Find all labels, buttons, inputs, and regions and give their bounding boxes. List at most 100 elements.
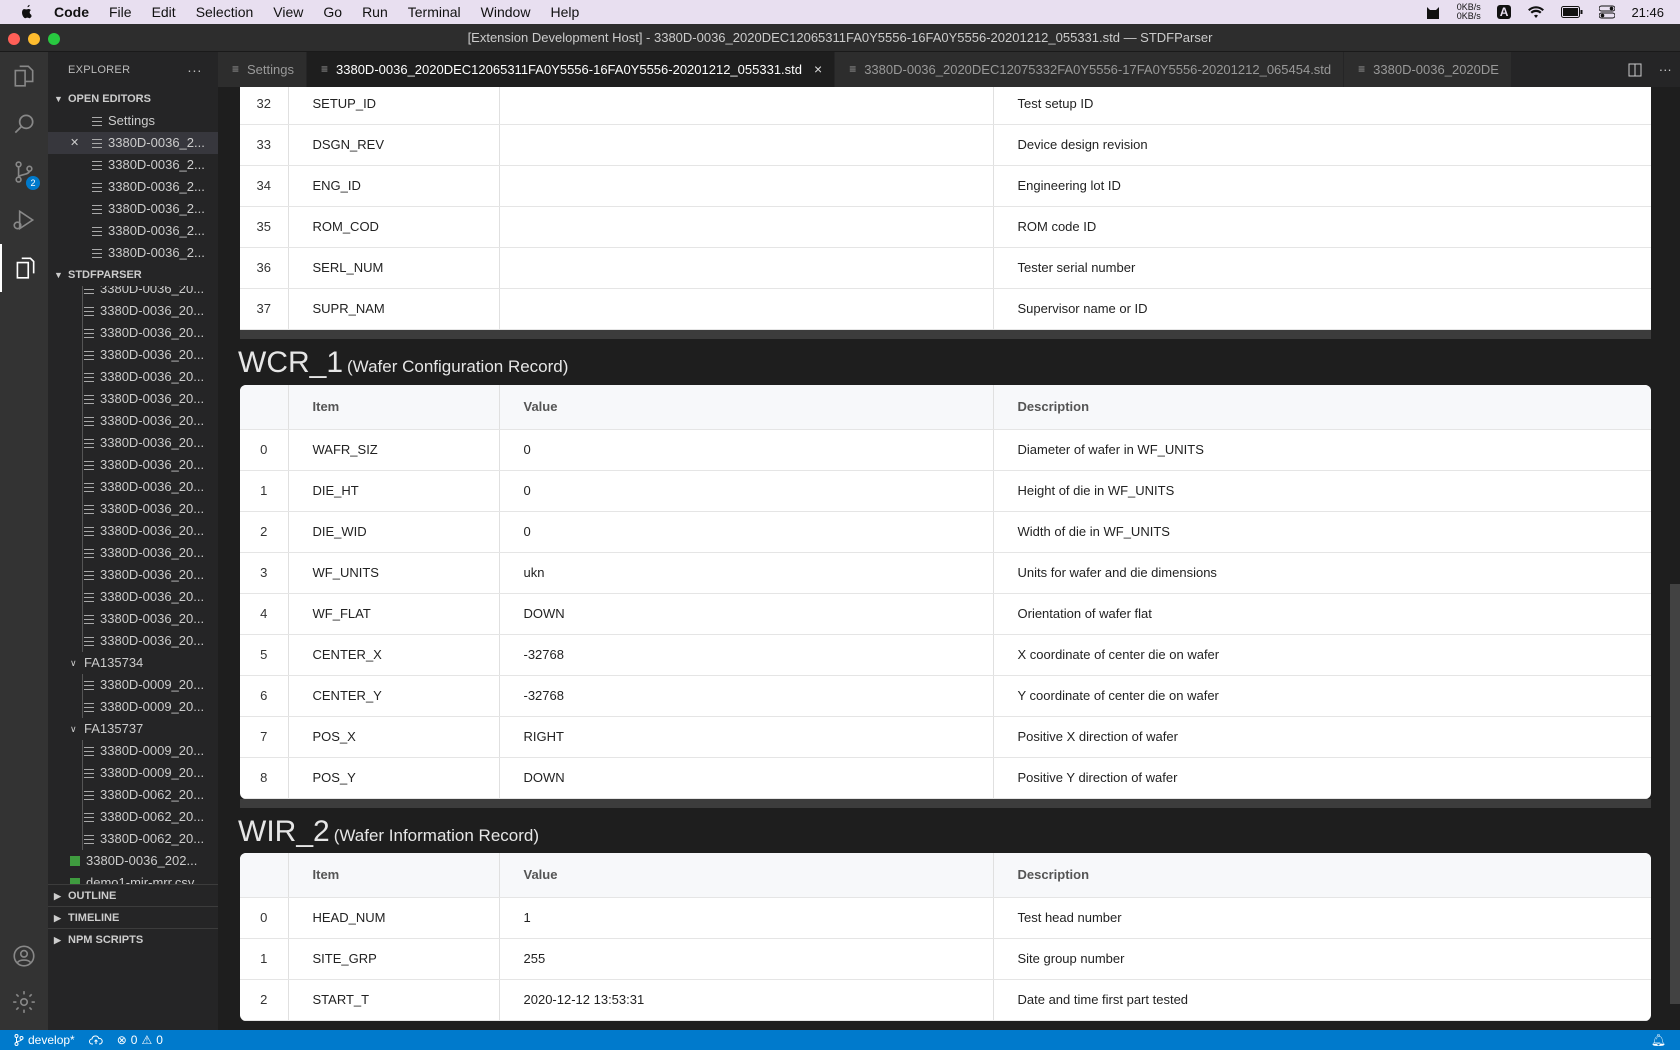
mir-table-scrollbar[interactable] (240, 330, 1651, 339)
tree-file-item[interactable]: 3380D-0036_20... (48, 322, 218, 344)
row-index-cell: 0 (240, 897, 289, 939)
row-index-cell: 7 (240, 716, 289, 758)
tree-file-item[interactable]: demo1-mir-mrr.csv (48, 872, 218, 884)
tree-file-item[interactable]: 3380D-0062_20... (48, 828, 218, 850)
split-editor-icon[interactable] (1628, 63, 1642, 77)
activity-run-debug-button[interactable] (0, 196, 48, 244)
tree-file-item[interactable]: 3380D-0036_20... (48, 586, 218, 608)
more-actions-icon[interactable]: ··· (1659, 62, 1672, 77)
editor-tab[interactable]: ≡ Settings (218, 52, 307, 87)
table-row: 8 POS_Y DOWN Positive Y direction of wafer (240, 757, 1651, 799)
warning-icon: ⚠ (141, 1033, 153, 1047)
tree-file-item[interactable]: 3380D-0036_20... (48, 432, 218, 454)
item-cell: ROM_COD (288, 206, 500, 248)
tree-file-item[interactable]: 3380D-0062_20... (48, 806, 218, 828)
open-editor-item[interactable]: ✕ 3380D-0036_2... (48, 132, 218, 154)
tree-file-item[interactable]: 3380D-0036_20... (48, 498, 218, 520)
tree-file-item[interactable]: 3380D-0036_20... (48, 366, 218, 388)
tree-file-item[interactable]: 3380D-0036_20... (48, 520, 218, 542)
timeline-section[interactable]: ▶ TIMELINE (48, 906, 218, 928)
input-source-indicator[interactable]: A (1496, 5, 1512, 19)
tree-file-item[interactable]: 3380D-0036_20... (48, 388, 218, 410)
open-editor-label: 3380D-0036_2... (108, 135, 205, 150)
zoom-window-button[interactable] (48, 33, 60, 45)
project-section[interactable]: ▼ STDFPARSER (48, 264, 218, 286)
tree-file-item[interactable]: 3380D-0036_20... (48, 630, 218, 652)
tree-file-item[interactable]: 3380D-0036_20... (48, 410, 218, 432)
menubar-clock[interactable]: 21:46 (1631, 5, 1664, 20)
wifi-icon[interactable] (1527, 5, 1545, 19)
menu-view[interactable]: View (273, 4, 303, 20)
menu-file[interactable]: File (109, 4, 132, 20)
open-editor-item[interactable]: Settings (48, 110, 218, 132)
tree-folder-item[interactable]: ∨ FA135734 (48, 652, 218, 674)
tree-file-item[interactable]: 3380D-0036_20... (48, 542, 218, 564)
open-editors-section[interactable]: ▼ OPEN EDITORS (48, 88, 218, 110)
menu-app-name[interactable]: Code (54, 4, 89, 20)
control-center-icon[interactable] (1599, 5, 1616, 19)
tree-file-item[interactable]: 3380D-0036_20... (48, 344, 218, 366)
menu-run[interactable]: Run (362, 4, 388, 20)
editor-tab[interactable]: ≡ 3380D-0036_2020DEC12065311FA0Y5556-16FA… (307, 52, 836, 87)
problems-status[interactable]: ⊗ 0 ⚠ 0 (117, 1033, 163, 1047)
row-index-cell: 37 (240, 288, 289, 330)
close-icon[interactable]: × (814, 52, 822, 87)
tree-file-item[interactable]: 3380D-0036_20... (48, 564, 218, 586)
chevron-down-icon: ∨ (70, 724, 77, 734)
tree-file-label: 3380D-0036_20... (100, 391, 205, 406)
tree-file-item[interactable]: 3380D-0062_20... (48, 784, 218, 806)
npm-scripts-section[interactable]: ▶ NPM SCRIPTS (48, 928, 218, 950)
apple-logo-icon[interactable] (18, 4, 36, 20)
menu-edit[interactable]: Edit (152, 4, 176, 20)
menu-window[interactable]: Window (481, 4, 531, 20)
outline-section[interactable]: ▶ OUTLINE (48, 884, 218, 906)
menu-help[interactable]: Help (550, 4, 579, 20)
menu-go[interactable]: Go (323, 4, 342, 20)
tree-file-item[interactable]: 3380D-0009_20... (48, 674, 218, 696)
open-editor-item[interactable]: 3380D-0036_2... (48, 220, 218, 242)
activity-manage-button[interactable] (0, 978, 48, 1026)
tree-file-item[interactable]: 3380D-0036_202... (48, 850, 218, 872)
activity-explorer-button[interactable] (0, 52, 48, 100)
tree-file-item[interactable]: 3380D-0036_20... (48, 300, 218, 322)
open-editor-item[interactable]: 3380D-0036_2... (48, 242, 218, 264)
activity-source-control-button[interactable]: 2 (0, 148, 48, 196)
activity-search-button[interactable] (0, 100, 48, 148)
open-editor-item[interactable]: 3380D-0036_2... (48, 198, 218, 220)
tree-file-item[interactable]: 3380D-0036_20... (48, 286, 218, 300)
editor-tab[interactable]: ≡ 3380D-0036_2020DE (1344, 52, 1512, 87)
open-editor-item[interactable]: 3380D-0036_2... (48, 176, 218, 198)
vertical-scrollbar[interactable] (1670, 87, 1680, 1030)
activity-extension-explorer-button[interactable] (0, 244, 48, 292)
network-speed[interactable]: 0KB/s 0KB/s (1457, 3, 1481, 21)
minimize-window-button[interactable] (28, 33, 40, 45)
menu-terminal[interactable]: Terminal (408, 4, 461, 20)
tree-folder-item[interactable]: ∨ FA135737 (48, 718, 218, 740)
menu-selection[interactable]: Selection (196, 4, 254, 20)
tree-file-item[interactable]: 3380D-0009_20... (48, 740, 218, 762)
tree-file-item[interactable]: 3380D-0009_20... (48, 762, 218, 784)
close-window-button[interactable] (8, 33, 20, 45)
vertical-scrollbar-thumb[interactable] (1670, 584, 1680, 1004)
tree-file-item[interactable]: 3380D-0036_20... (48, 454, 218, 476)
tree-file-item[interactable]: 3380D-0036_20... (48, 608, 218, 630)
tree-file-label: 3380D-0009_20... (100, 743, 205, 758)
notifications-bell-icon[interactable]: 🔔︎ (1651, 1033, 1666, 1047)
sync-status[interactable] (88, 1035, 103, 1045)
file-icon (84, 526, 94, 536)
more-actions-icon[interactable]: ··· (187, 52, 202, 88)
tree-file-item[interactable]: 3380D-0036_20... (48, 476, 218, 498)
value-cell: DOWN (499, 593, 994, 635)
cat-status-icon[interactable] (1425, 4, 1441, 20)
battery-icon[interactable] (1561, 6, 1583, 18)
close-icon[interactable]: ✕ (70, 132, 79, 154)
open-editor-item[interactable]: 3380D-0036_2... (48, 154, 218, 176)
file-icon (84, 680, 94, 690)
open-editor-label: 3380D-0036_2... (108, 157, 205, 172)
wcr-table-scrollbar[interactable] (240, 799, 1651, 808)
activity-accounts-button[interactable] (0, 932, 48, 980)
tree-file-item[interactable]: 3380D-0009_20... (48, 696, 218, 718)
branch-status[interactable]: develop* (14, 1033, 75, 1047)
description-cell: Diameter of wafer in WF_UNITS (993, 429, 1651, 471)
editor-tab[interactable]: ≡ 3380D-0036_2020DEC12075332FA0Y5556-17FA… (835, 52, 1345, 87)
